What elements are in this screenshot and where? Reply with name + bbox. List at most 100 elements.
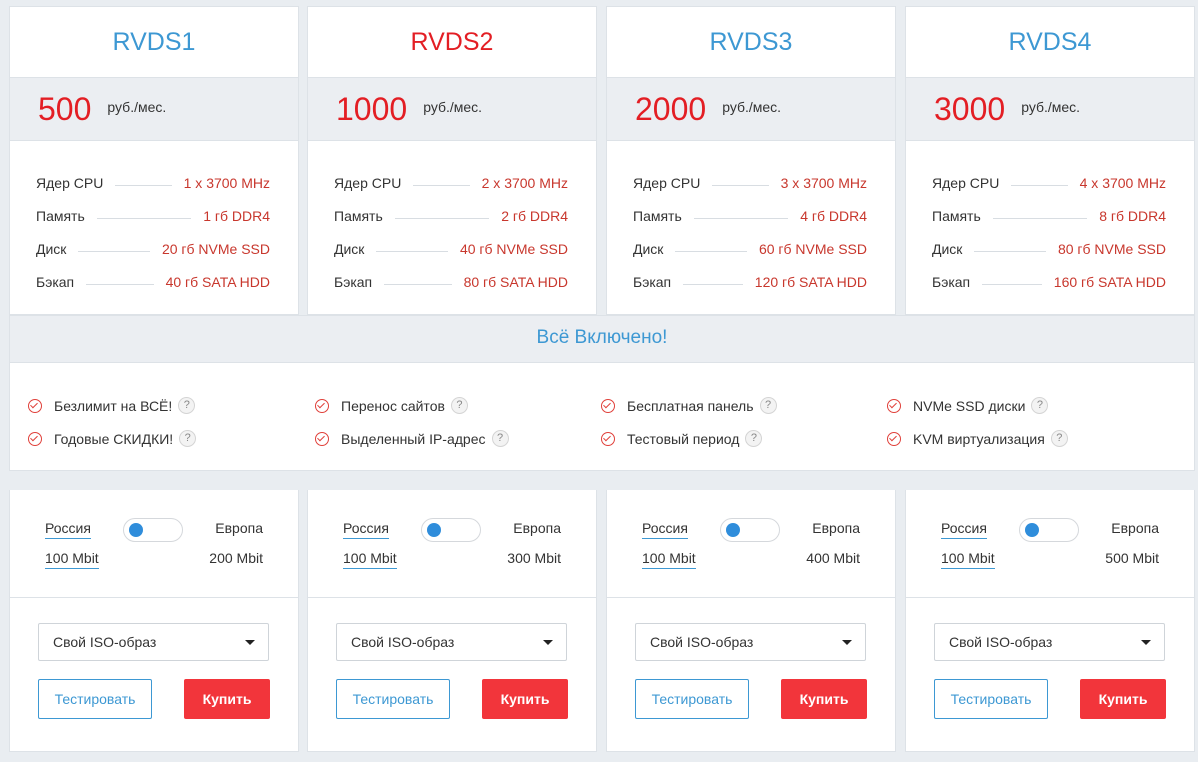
spec-label: Ядер CPU	[932, 174, 1000, 191]
help-icon[interactable]: ?	[179, 430, 197, 447]
price-band: 3000 руб./мес.	[906, 77, 1194, 141]
plan-card-rvds2: RVDS2 1000 руб./мес. Ядер CPU 2 x 3700 MH…	[307, 6, 597, 315]
iso-select-value: Свой ISO-образ	[650, 634, 754, 650]
iso-image-select[interactable]: Свой ISO-образ	[934, 623, 1165, 661]
feature-item: Безлимит на ВСЁ!?	[28, 389, 196, 422]
spec-row-backup: Бэкап 160 гб SATA HDD	[932, 265, 1166, 298]
test-button[interactable]: Тестировать	[38, 679, 152, 719]
spec-leader	[394, 218, 490, 219]
speed-russia: 100 Mbit	[45, 550, 99, 569]
region-switcher: Россия Европа 100 Mbit 300 Mbit	[308, 490, 596, 598]
region-toggle[interactable]	[421, 518, 481, 542]
feature-item: Выделенный IP-адрес?	[315, 422, 509, 455]
spec-label: Диск	[334, 240, 365, 257]
spec-value: 4 x 3700 MHz	[1079, 174, 1166, 191]
spec-row-cpu: Ядер CPU 1 x 3700 MHz	[36, 166, 270, 199]
speed-europe: 400 Mbit	[806, 550, 860, 566]
spec-row-cpu: Ядер CPU 3 x 3700 MHz	[633, 166, 867, 199]
region-russia-link[interactable]: Россия	[45, 520, 91, 539]
spec-label: Память	[932, 207, 981, 224]
spec-value: 60 гб NVMe SSD	[758, 240, 867, 257]
plan-price: 500	[38, 90, 92, 127]
region-russia-link[interactable]: Россия	[343, 520, 389, 539]
toggle-knob	[427, 523, 441, 537]
spec-value: 80 гб SATA HDD	[463, 273, 568, 290]
feature-label: Перенос сайтов	[341, 397, 445, 414]
check-circle-icon	[601, 431, 615, 446]
help-icon[interactable]: ?	[450, 397, 468, 414]
test-button[interactable]: Тестировать	[635, 679, 749, 719]
spec-leader	[974, 251, 1046, 252]
region-europe-label[interactable]: Европа	[812, 520, 860, 536]
plan-card-rvds3: RVDS3 2000 руб./мес. Ядер CPU 3 x 3700 MH…	[606, 6, 896, 315]
spec-row-disk: Диск 60 гб NVMe SSD	[633, 232, 867, 265]
check-circle-icon	[315, 398, 329, 413]
spec-leader	[675, 251, 747, 252]
spec-list: Ядер CPU 1 x 3700 MHz Память 1 гб DDR4 Дис…	[10, 141, 298, 298]
spec-value: 40 гб NVMe SSD	[459, 240, 568, 257]
plan-title: RVDS1	[112, 28, 196, 56]
included-features: Безлимит на ВСЁ!? Годовые СКИДКИ!? Перен…	[9, 363, 1195, 471]
plan-price: 2000	[635, 90, 707, 127]
spec-label: Ядер CPU	[633, 174, 701, 191]
spec-list: Ядер CPU 2 x 3700 MHz Память 2 гб DDR4 Дис…	[308, 141, 596, 298]
caret-down-icon	[543, 640, 553, 645]
iso-image-select[interactable]: Свой ISO-образ	[38, 623, 269, 661]
caret-down-icon	[245, 640, 255, 645]
check-circle-icon	[601, 398, 615, 413]
help-icon[interactable]: ?	[745, 430, 763, 447]
spec-value: 2 гб DDR4	[501, 207, 568, 224]
buy-button[interactable]: Купить	[781, 679, 867, 719]
region-russia-link[interactable]: Россия	[941, 520, 987, 539]
spec-label: Ядер CPU	[334, 174, 402, 191]
help-icon[interactable]: ?	[178, 397, 196, 414]
iso-image-select[interactable]: Свой ISO-образ	[635, 623, 866, 661]
buy-button[interactable]: Купить	[184, 679, 270, 719]
feature-item: Бесплатная панель?	[601, 389, 777, 422]
spec-row-memory: Память 1 гб DDR4	[36, 199, 270, 232]
help-icon[interactable]: ?	[1050, 430, 1068, 447]
speed-europe: 300 Mbit	[507, 550, 561, 566]
spec-value: 8 гб DDR4	[1099, 207, 1166, 224]
iso-select-value: Свой ISO-образ	[949, 634, 1053, 650]
test-button[interactable]: Тестировать	[336, 679, 450, 719]
region-toggle[interactable]	[123, 518, 183, 542]
spec-leader	[693, 218, 789, 219]
plan-title: RVDS3	[709, 28, 793, 56]
feature-item: NVMe SSD диски?	[887, 389, 1068, 422]
region-toggle[interactable]	[720, 518, 780, 542]
region-toggle[interactable]	[1019, 518, 1079, 542]
included-title: Всё Включено!	[9, 315, 1195, 363]
spec-row-memory: Память 8 гб DDR4	[932, 199, 1166, 232]
spec-row-backup: Бэкап 80 гб SATA HDD	[334, 265, 568, 298]
spec-label: Память	[334, 207, 383, 224]
help-icon[interactable]: ?	[1031, 397, 1049, 414]
spec-value: 40 гб SATA HDD	[165, 273, 270, 290]
region-russia-link[interactable]: Россия	[642, 520, 688, 539]
spec-leader	[1011, 185, 1068, 186]
feature-item: Годовые СКИДКИ!?	[28, 422, 197, 455]
order-card-rvds2: Россия Европа 100 Mbit 300 Mbit Свой ISO…	[307, 490, 597, 752]
price-band: 500 руб./мес.	[10, 77, 298, 141]
feature-item: Перенос сайтов?	[315, 389, 509, 422]
caret-down-icon	[842, 640, 852, 645]
iso-image-select[interactable]: Свой ISO-образ	[336, 623, 567, 661]
feature-item: KVM виртуализация?	[887, 422, 1068, 455]
speed-russia: 100 Mbit	[941, 550, 995, 569]
buy-button[interactable]: Купить	[482, 679, 568, 719]
feature-label: NVMe SSD диски	[913, 397, 1026, 414]
spec-label: Бэкап	[36, 273, 75, 290]
test-button[interactable]: Тестировать	[934, 679, 1048, 719]
feature-label: Годовые СКИДКИ!	[54, 430, 174, 447]
spec-value: 20 гб NVMe SSD	[161, 240, 270, 257]
region-europe-label[interactable]: Европа	[1111, 520, 1159, 536]
region-europe-label[interactable]: Европа	[215, 520, 263, 536]
help-icon[interactable]: ?	[491, 430, 509, 447]
help-icon[interactable]: ?	[759, 397, 777, 414]
region-europe-label[interactable]: Европа	[513, 520, 561, 536]
feature-column: Безлимит на ВСЁ!? Годовые СКИДКИ!?	[28, 389, 197, 455]
buy-button[interactable]: Купить	[1080, 679, 1166, 719]
toggle-knob	[726, 523, 740, 537]
plan-price: 1000	[336, 90, 408, 127]
price-unit: руб./мес.	[1021, 99, 1081, 115]
